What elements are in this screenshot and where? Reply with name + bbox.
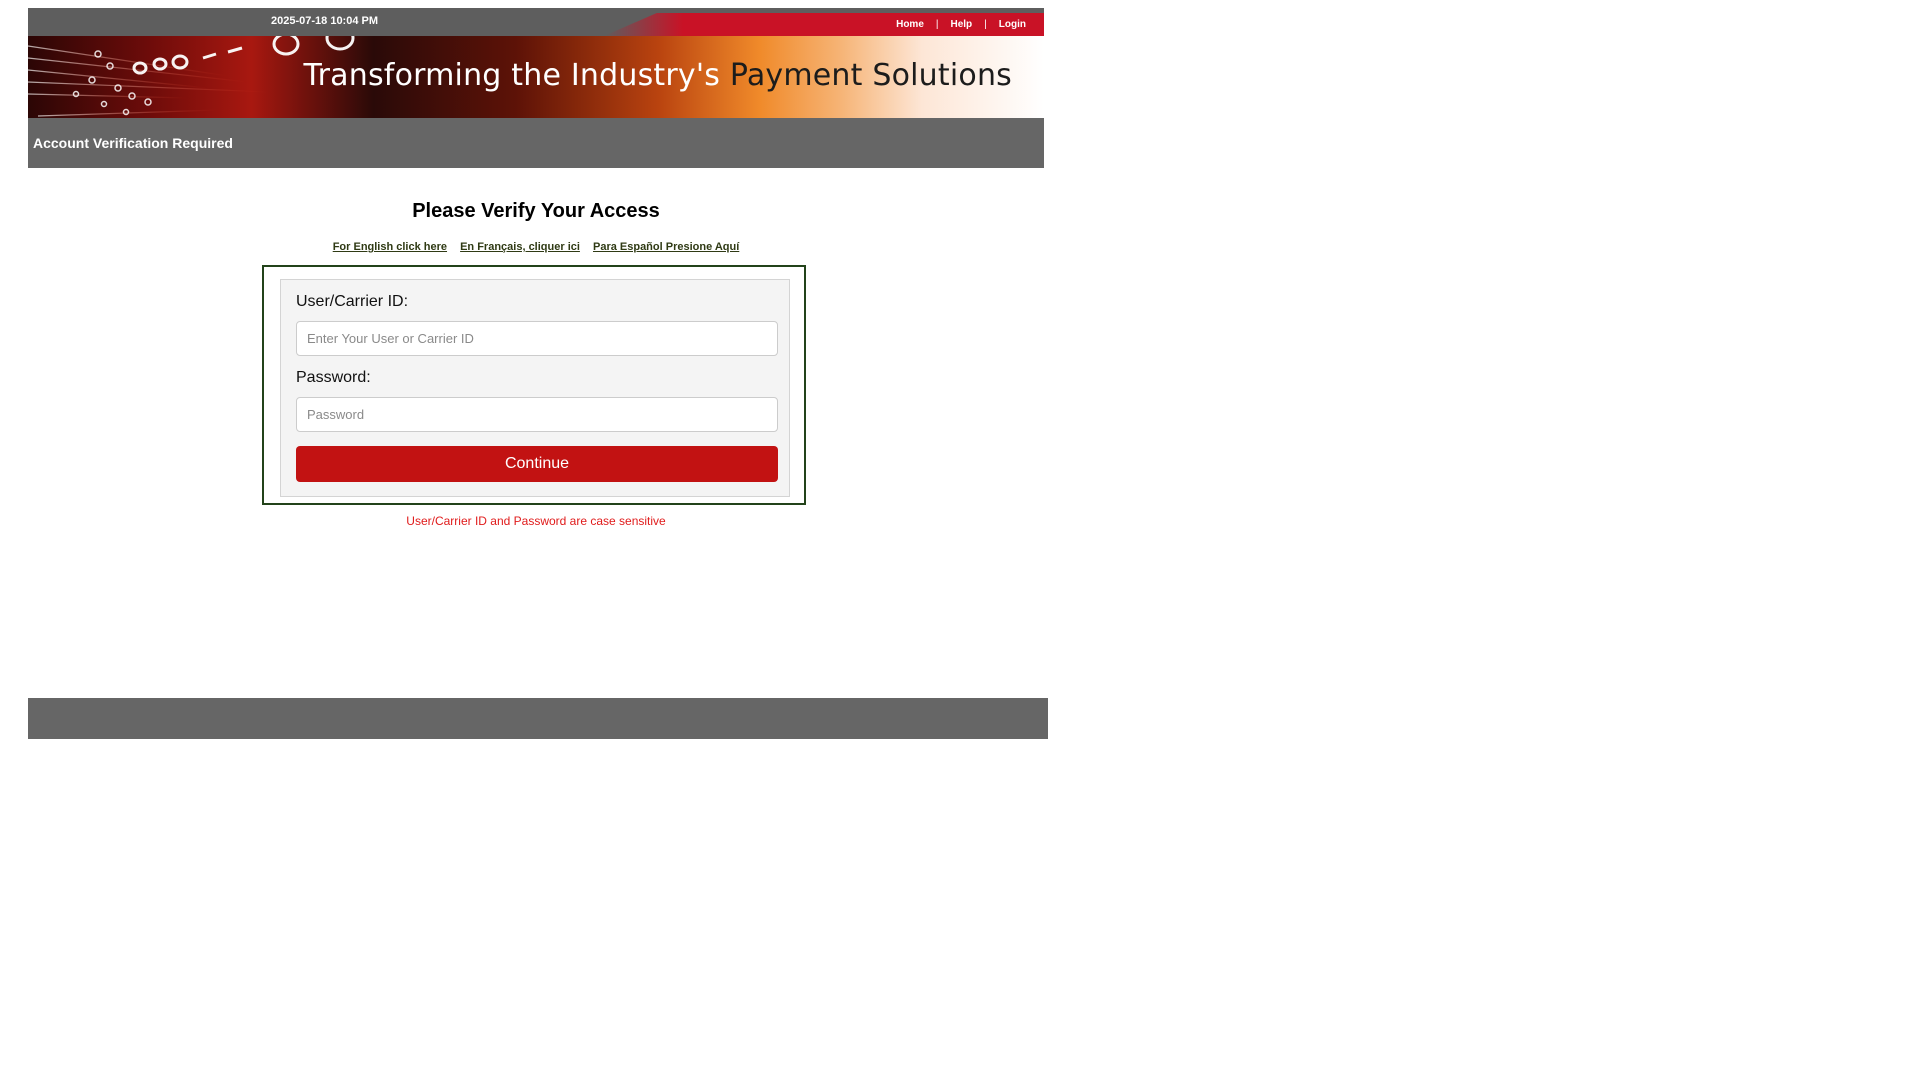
case-sensitive-note: User/Carrier ID and Password are case se… (406, 514, 666, 528)
nav-help-link[interactable]: Help (951, 19, 973, 30)
page-title: Account Verification Required (33, 135, 233, 151)
nav-separator: | (935, 19, 939, 30)
footer-bar (28, 698, 1048, 739)
header-datetime: 2025-07-18 10:04 PM (271, 15, 379, 27)
password-label: Password: (296, 369, 371, 386)
english-link[interactable]: For English click here (333, 241, 447, 253)
top-utility-bar: 2025-07-18 10:04 PM Home | Help | Login (28, 8, 1044, 36)
site-container: 2025-07-18 10:04 PM Home | Help | Login (28, 8, 1048, 739)
tagline-emphasis: Payment Solutions (729, 58, 1012, 93)
password-input[interactable] (296, 397, 778, 432)
nav-login-link[interactable]: Login (999, 19, 1026, 30)
user-id-label: User/Carrier ID: (296, 293, 409, 310)
login-form-box: User/Carrier ID: Password: Continue (262, 265, 806, 505)
banner-tagline: Transforming the Industry's Payment Solu… (304, 58, 1012, 93)
login-form-panel: User/Carrier ID: Password: Continue (280, 279, 790, 497)
main-content: Please Verify Your Access For English cl… (28, 168, 1044, 698)
top-nav: Home | Help | Login (896, 19, 1026, 30)
page: 2025-07-18 10:04 PM Home | Help | Login (0, 0, 1920, 1080)
continue-button[interactable]: Continue (296, 446, 778, 482)
language-links: For English click here En Français, cliq… (28, 241, 1044, 253)
french-link[interactable]: En Français, cliquer ici (460, 241, 580, 253)
user-id-input[interactable] (296, 321, 778, 356)
nav-home-link[interactable]: Home (896, 19, 924, 30)
nav-separator: | (984, 19, 987, 30)
header-banner: Transforming the Industry's Payment Solu… (28, 36, 1044, 118)
page-title-bar: Account Verification Required (28, 118, 1044, 168)
tagline-text: Transforming the Industry's (303, 58, 730, 93)
spanish-link[interactable]: Para Español Presione Aquí (593, 241, 739, 253)
verify-heading: Please Verify Your Access (412, 200, 660, 222)
